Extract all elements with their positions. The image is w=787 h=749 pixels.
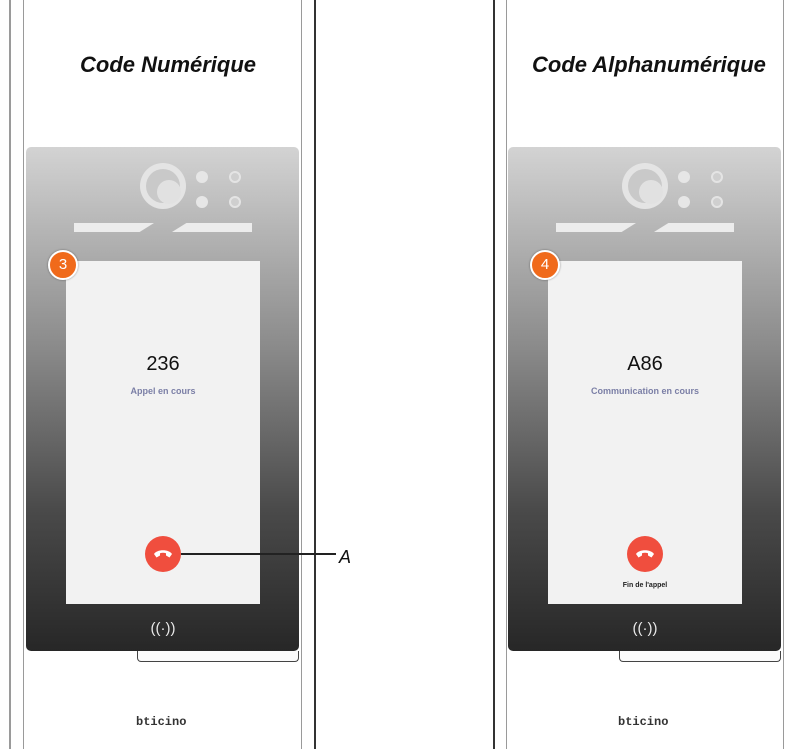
indicator-light — [711, 171, 723, 183]
hangup-button[interactable] — [627, 536, 663, 572]
hangup-button[interactable] — [145, 536, 181, 572]
call-status: Appel en cours — [130, 386, 196, 396]
brand-logo: bticino — [136, 715, 187, 729]
indicator-light — [229, 171, 241, 183]
indicator-light — [711, 196, 723, 208]
card-tray — [137, 651, 299, 662]
frame-line — [493, 0, 495, 749]
indicator-light — [196, 196, 208, 208]
phone-hangup-icon — [636, 550, 654, 558]
indicator-light — [229, 196, 241, 208]
indicator-light — [678, 196, 690, 208]
callout-line — [181, 553, 336, 555]
step-badge: 3 — [48, 250, 78, 280]
light-bar — [654, 223, 734, 232]
brand-logo: bticino — [618, 715, 669, 729]
indicator-light — [196, 171, 208, 183]
call-code: A86 — [627, 353, 663, 375]
panel-title: Code Numérique — [80, 52, 257, 77]
light-bar — [556, 223, 636, 232]
frame-line — [783, 0, 784, 749]
frame-line — [301, 0, 302, 749]
hangup-label: Fin de l'appel — [622, 582, 668, 589]
step-badge: 4 — [530, 250, 560, 280]
call-status: Communication en cours — [590, 386, 699, 396]
light-bar — [172, 223, 252, 232]
nfc-contactless-icon: ((·)) — [150, 620, 176, 637]
panel-title: Code Alphanumérique — [532, 52, 766, 77]
card-tray — [619, 651, 781, 662]
indicator-light — [678, 171, 690, 183]
nfc-contactless-icon: ((·)) — [632, 620, 658, 637]
camera-lens-icon — [140, 163, 186, 209]
light-bar — [74, 223, 154, 232]
callout-label: A — [339, 547, 352, 567]
frame-line — [9, 0, 11, 749]
phone-hangup-icon — [154, 550, 172, 558]
frame-line — [314, 0, 316, 749]
frame-line — [23, 0, 24, 749]
camera-lens-icon — [622, 163, 668, 209]
frame-line — [506, 0, 507, 749]
call-code: 236 — [146, 353, 180, 375]
